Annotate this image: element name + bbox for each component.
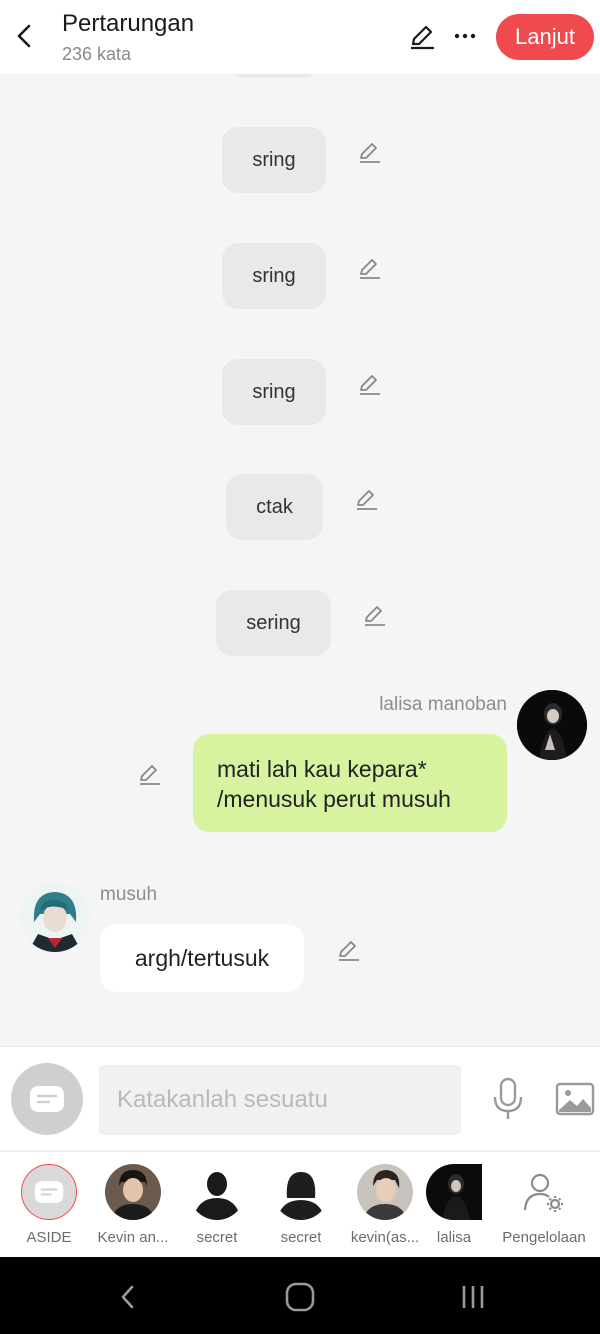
back-button[interactable]	[6, 18, 42, 54]
message-bubble[interactable]: mati lah kau kepara* /menusuk perut musu…	[193, 734, 507, 832]
silhouette-icon	[273, 1164, 329, 1220]
pencil-icon	[360, 375, 380, 395]
sfx-message[interactable]: sring	[222, 359, 326, 425]
edit-title-button[interactable]	[404, 18, 440, 54]
nav-recents-button[interactable]	[455, 1279, 491, 1315]
message-input[interactable]	[99, 1065, 461, 1135]
voice-input-button[interactable]	[490, 1075, 526, 1123]
pencil-icon	[357, 490, 377, 510]
partial-message	[230, 74, 318, 78]
avatar-photo	[426, 1164, 482, 1220]
more-options-button[interactable]	[448, 18, 482, 54]
aside-toggle-button[interactable]	[11, 1063, 83, 1135]
compose-bar	[0, 1046, 600, 1150]
character-label: secret	[280, 1229, 322, 1246]
chat-area[interactable]: sring sring sring ctak sering lalisa man…	[0, 74, 600, 1046]
pencil-icon	[360, 259, 380, 279]
microphone-icon	[493, 1077, 523, 1119]
home-icon	[285, 1282, 315, 1312]
character-selector: ASIDE Kevin an... secret secret kevin(as…	[0, 1151, 600, 1257]
character-secret-1[interactable]: secret	[177, 1164, 257, 1246]
manage-characters-button[interactable]: Pengelolaan	[498, 1164, 590, 1246]
edit-message-button[interactable]	[355, 254, 383, 282]
character-label: secret	[196, 1229, 238, 1246]
pencil-icon	[360, 143, 380, 163]
story-title: Pertarungan	[62, 10, 195, 37]
avatar-photo	[517, 690, 587, 760]
character-kevin[interactable]: Kevin an...	[93, 1164, 173, 1246]
pencil-icon	[365, 606, 385, 626]
sender-name: musuh	[100, 884, 158, 905]
character-label: Pengelolaan	[502, 1229, 586, 1246]
character-label: lalisa	[436, 1229, 472, 1246]
chat-bubble-icon	[34, 1181, 64, 1203]
avatar[interactable]	[20, 882, 90, 952]
character-label: ASIDE	[26, 1229, 72, 1246]
pencil-icon	[411, 25, 434, 50]
insert-image-button[interactable]	[554, 1079, 596, 1119]
edit-message-button[interactable]	[355, 370, 383, 398]
message-bubble[interactable]: argh/tertusuk	[100, 924, 304, 992]
character-lalisa[interactable]: lalisa	[416, 1164, 492, 1246]
character-aside[interactable]: ASIDE	[9, 1164, 89, 1246]
avatar[interactable]	[517, 690, 587, 760]
chevron-left-icon	[121, 1285, 134, 1309]
pencil-icon	[339, 941, 359, 961]
sfx-message[interactable]: sring	[222, 127, 326, 193]
nav-home-button[interactable]	[282, 1279, 318, 1315]
avatar-photo	[20, 882, 90, 952]
recents-icon	[462, 1286, 484, 1308]
character-label: Kevin an...	[97, 1229, 169, 1246]
avatar-photo	[105, 1164, 161, 1220]
edit-message-button[interactable]	[135, 760, 163, 788]
edit-message-button[interactable]	[352, 485, 380, 513]
avatar-photo	[357, 1164, 413, 1220]
edit-message-button[interactable]	[355, 138, 383, 166]
message-text: /menusuk perut musuh	[217, 786, 451, 812]
edit-message-button[interactable]	[360, 601, 388, 629]
silhouette-icon	[189, 1164, 245, 1220]
person-gear-icon	[523, 1173, 563, 1212]
chat-bubble-icon	[30, 1086, 64, 1112]
sender-name: lalisa manoban	[379, 694, 507, 715]
character-secret-2[interactable]: secret	[261, 1164, 341, 1246]
chevron-left-icon	[17, 24, 31, 48]
top-bar: Pertarungan 236 kata Lanjut	[0, 0, 600, 74]
edit-message-button[interactable]	[334, 936, 362, 964]
word-count: 236 kata	[62, 44, 132, 64]
character-kevin-as[interactable]: kevin(as...	[345, 1164, 425, 1246]
character-label: kevin(as...	[350, 1229, 420, 1246]
nav-back-button[interactable]	[110, 1279, 146, 1315]
more-dots-icon	[454, 33, 476, 39]
next-button[interactable]: Lanjut	[496, 14, 594, 60]
image-icon	[555, 1082, 595, 1116]
system-nav-bar	[0, 1257, 600, 1334]
pencil-icon	[140, 765, 160, 785]
sfx-message[interactable]: sring	[222, 243, 326, 309]
message-text: mati lah kau kepara*	[217, 756, 427, 782]
sfx-message[interactable]: ctak	[226, 474, 323, 540]
sfx-message[interactable]: sering	[216, 590, 331, 656]
